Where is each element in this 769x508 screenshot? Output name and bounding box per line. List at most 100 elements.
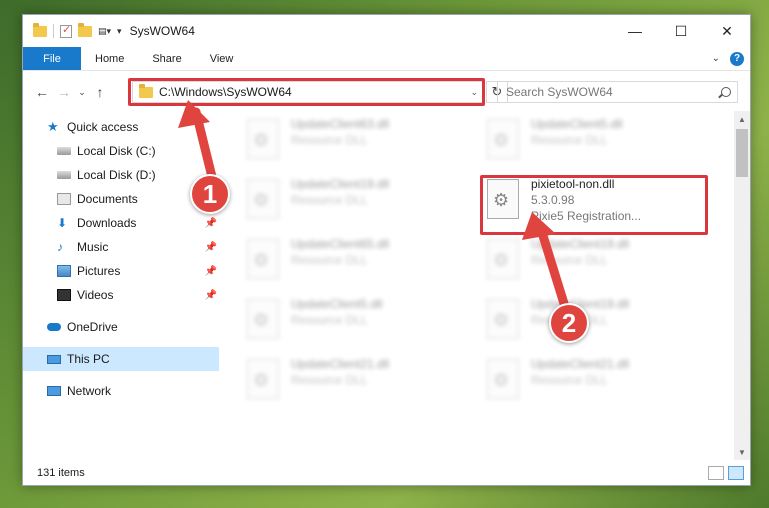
file-name: UpdateClient21.dll: [531, 357, 630, 371]
scroll-down-icon[interactable]: ▼: [734, 444, 750, 460]
sidebar-item-music[interactable]: ♪ Music 📌: [23, 235, 219, 259]
tab-view[interactable]: View: [196, 47, 248, 70]
pin-icon[interactable]: 📌: [205, 218, 217, 229]
sidebar-item-label: Pictures: [77, 264, 121, 278]
scrollbar-thumb[interactable]: [736, 129, 748, 177]
address-path[interactable]: C:\Windows\SysWOW64: [159, 85, 292, 99]
forward-arrow-icon[interactable]: →: [53, 84, 75, 100]
chevron-down-icon[interactable]: ⌄: [470, 87, 484, 98]
tab-file[interactable]: File: [23, 47, 81, 70]
tab-home[interactable]: Home: [81, 47, 138, 70]
file-description: Pixie5 Registration...: [531, 209, 642, 223]
pin-icon[interactable]: 📌: [205, 290, 217, 301]
dll-file-icon: [247, 119, 279, 159]
expand-ribbon-icon[interactable]: ⌄: [712, 53, 720, 64]
file-name: UpdateClient19.dll: [531, 237, 630, 251]
videos-icon: [57, 289, 71, 301]
sidebar-item-videos[interactable]: Videos 📌: [23, 283, 219, 307]
sidebar-item-onedrive[interactable]: OneDrive: [23, 315, 219, 339]
sidebar-item-label: Quick access: [67, 120, 139, 134]
sidebar-item-this-pc[interactable]: This PC: [23, 347, 219, 371]
file-tile[interactable]: UpdateClient19.dll Resource DLL: [487, 237, 717, 293]
pc-icon: [47, 354, 61, 364]
recent-locations-icon[interactable]: ⌄: [75, 87, 89, 98]
search-input[interactable]: Search SysWOW64: [506, 85, 613, 99]
sidebar-item-quick-access[interactable]: ★ Quick access: [23, 115, 219, 139]
network-icon: [47, 386, 61, 396]
file-description: Resource DLL: [531, 373, 608, 387]
file-tile[interactable]: UpdateClient5.dll Resource DLL: [487, 117, 717, 173]
file-tile[interactable]: UpdateClient65.dll Resource DLL: [247, 237, 477, 293]
ribbon-tabs: File Home Share View ⌄ ?: [23, 47, 750, 71]
file-description: Resource DLL: [291, 193, 368, 207]
details-view-icon[interactable]: [708, 466, 724, 480]
minimize-button[interactable]: —: [612, 15, 658, 47]
vertical-scrollbar[interactable]: ▲ ▼: [734, 111, 750, 460]
dll-file-icon: [487, 239, 519, 279]
properties-icon[interactable]: [60, 23, 72, 38]
file-list: UpdateClient63.dll Resource DLL UpdateCli…: [219, 115, 735, 460]
file-description: Resource DLL: [531, 133, 608, 147]
file-version: 5.3.0.98: [531, 193, 575, 207]
explorer-window: ▤▾ ▾ SysWOW64 — ☐ ✕ File Home Share View…: [22, 14, 751, 486]
file-tile-pixietool[interactable]: pixietool-non.dll 5.3.0.98 Pixie5 Registra…: [487, 177, 717, 233]
file-name: pixietool-non.dll: [531, 177, 615, 191]
quick-access-toolbar: ▤▾ ▾: [23, 22, 122, 38]
file-name: UpdateClient21.dll: [291, 357, 390, 371]
drive-icon: [57, 147, 71, 155]
file-tile[interactable]: UpdateClient63.dll Resource DLL: [247, 117, 477, 173]
file-name: UpdateClient63.dll: [291, 117, 390, 131]
new-folder-icon[interactable]: [78, 22, 92, 37]
dll-file-icon: [247, 179, 279, 219]
file-tile[interactable]: UpdateClient21.dll Resource DLL: [487, 357, 717, 413]
sidebar-item-label: OneDrive: [67, 320, 118, 334]
address-bar[interactable]: C:\Windows\SysWOW64 ⌄: [132, 81, 485, 103]
toolbar-divider: [53, 24, 54, 38]
file-description: Resource DLL: [291, 133, 368, 147]
pin-icon[interactable]: 📌: [205, 242, 217, 253]
back-arrow-icon[interactable]: ←: [31, 84, 53, 100]
step-callout-1: 1: [190, 174, 230, 214]
sidebar-item-pictures[interactable]: Pictures 📌: [23, 259, 219, 283]
dll-file-icon: [247, 239, 279, 279]
sidebar-item-local-disk-d[interactable]: Local Disk (D:): [23, 163, 219, 187]
item-count: 131 items: [37, 467, 85, 479]
cloud-icon: [47, 323, 61, 331]
close-button[interactable]: ✕: [704, 15, 750, 47]
toolbar-dropdown-icon[interactable]: ▾: [117, 26, 122, 37]
file-name: UpdateClient5.dll: [291, 297, 383, 311]
file-tile[interactable]: UpdateClient19.dllResource DLL: [487, 297, 717, 353]
folder-icon: [139, 83, 153, 98]
star-icon: ★: [47, 119, 59, 134]
pin-icon[interactable]: 📌: [205, 266, 217, 277]
dll-file-icon: [487, 179, 519, 219]
dll-file-icon: [487, 359, 519, 399]
file-description: Resource DLL: [291, 253, 368, 267]
sidebar-item-local-disk-c[interactable]: Local Disk (C:): [23, 139, 219, 163]
scroll-up-icon[interactable]: ▲: [734, 111, 750, 127]
sidebar-item-label: Local Disk (C:): [77, 144, 156, 158]
file-description: Resource DLL: [531, 253, 608, 267]
file-tile[interactable]: UpdateClient19.dllResource DLL: [247, 177, 477, 233]
dll-file-icon: [247, 299, 279, 339]
documents-icon: [57, 193, 71, 205]
sidebar-item-label: Videos: [77, 288, 114, 302]
search-box[interactable]: Search SysWOW64: [497, 81, 738, 103]
file-name: UpdateClient5.dll: [531, 117, 623, 131]
sidebar-item-label: Network: [67, 384, 112, 398]
large-icons-view-icon[interactable]: [728, 466, 744, 480]
window-title: SysWOW64: [129, 24, 195, 38]
navigation-bar: ← → ⌄ ↑ C:\Windows\SysWOW64 ⌄ ↻ Search S…: [23, 75, 750, 109]
maximize-button[interactable]: ☐: [658, 15, 704, 47]
sidebar-item-label: This PC: [67, 352, 110, 366]
tab-share[interactable]: Share: [138, 47, 195, 70]
sidebar-item-downloads[interactable]: ⬇ Downloads 📌: [23, 211, 219, 235]
help-icon[interactable]: ?: [730, 51, 744, 66]
search-icon[interactable]: [721, 87, 731, 97]
sidebar-item-network[interactable]: Network: [23, 379, 219, 403]
up-arrow-icon[interactable]: ↑: [89, 84, 111, 100]
customize-toolbar-icon[interactable]: ▤▾: [98, 26, 111, 37]
file-tile[interactable]: UpdateClient21.dll Resource DLL: [247, 357, 477, 413]
file-tile[interactable]: UpdateClient5.dll Resource DLL: [247, 297, 477, 353]
drive-icon: [57, 171, 71, 179]
